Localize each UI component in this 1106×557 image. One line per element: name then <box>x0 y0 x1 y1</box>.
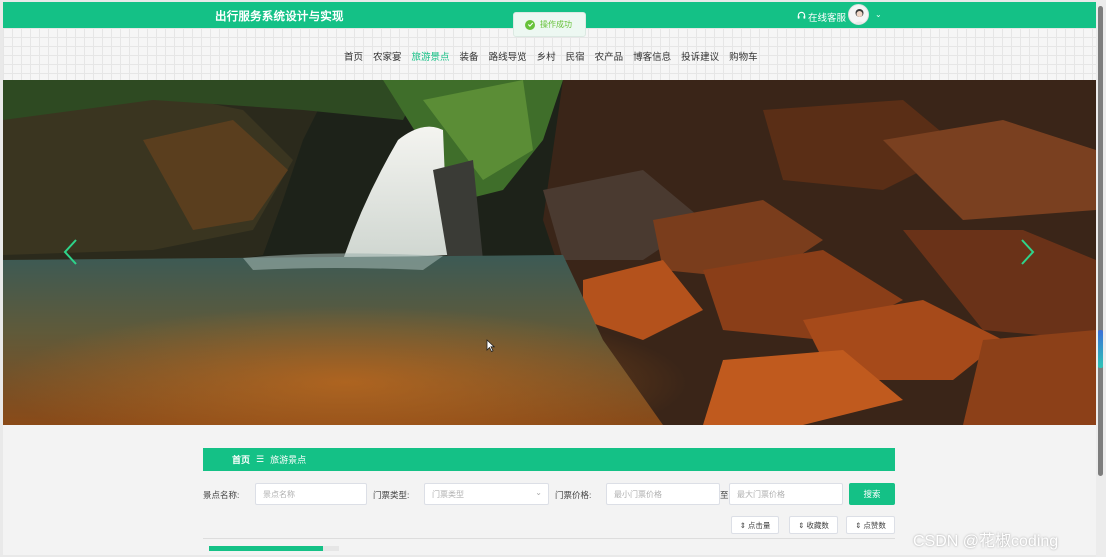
online-service-link[interactable]: 在线客服 <box>797 10 846 24</box>
page-scrollbar[interactable] <box>1096 0 1106 557</box>
breadcrumb-separator-icon: ☰ <box>256 454 265 464</box>
chevron-left-icon <box>63 239 77 265</box>
chevron-down-icon: ⌄ <box>535 488 542 497</box>
progress-fill <box>209 546 324 551</box>
loading-progress-bar <box>209 546 339 551</box>
mouse-cursor-icon <box>486 339 496 357</box>
headset-icon <box>797 11 806 23</box>
ticket-type-label: 门票类型: <box>373 490 410 500</box>
toast-message: 操作成功 <box>540 20 572 29</box>
page: 出行服务系统设计与实现 在线客服 ⌄ 操作成功 首页 农家宴 旅游景点 装备 路… <box>3 2 1096 555</box>
price-label: 门票价格: <box>555 490 592 500</box>
online-service-label: 在线客服 <box>808 13 847 24</box>
sort-icon: ⇕ <box>739 520 746 530</box>
chevron-right-icon <box>1021 239 1035 265</box>
nav-item-village[interactable]: 乡村 <box>532 49 561 63</box>
main-nav: 首页 农家宴 旅游景点 装备 路线导览 乡村 民宿 农产品 博客信息 投诉建议 … <box>339 49 763 63</box>
carousel-next-button[interactable] <box>1017 237 1037 267</box>
breadcrumb: 首页 ☰ 旅游景点 <box>203 448 895 471</box>
nav-item-home[interactable]: 首页 <box>339 49 368 63</box>
watermark: CSDN @花椒coding <box>913 533 1059 550</box>
spot-name-input[interactable]: 景点名称 <box>255 483 367 505</box>
sort-icon: ⇕ <box>855 520 862 530</box>
sort-by-likes-button[interactable]: ⇕ 点赞数 <box>846 516 895 534</box>
min-price-input[interactable]: 最小门票价格 <box>606 483 720 505</box>
search-button[interactable]: 搜索 <box>849 483 895 505</box>
nav-item-farm-feast[interactable]: 农家宴 <box>368 49 407 63</box>
nav-item-farm-products[interactable]: 农产品 <box>590 49 629 63</box>
success-check-icon <box>525 19 535 30</box>
to-label: 至 <box>720 490 729 500</box>
scrollbar-thumb[interactable] <box>1098 6 1103 476</box>
success-toast: 操作成功 <box>513 12 586 37</box>
breadcrumb-current: 旅游景点 <box>270 455 307 465</box>
nav-item-complaints[interactable]: 投诉建议 <box>676 49 724 63</box>
sort-favorites-label: 收藏数 <box>806 520 829 530</box>
nav-item-equipment[interactable]: 装备 <box>455 49 484 63</box>
chevron-down-icon[interactable]: ⌄ <box>875 10 882 19</box>
nav-item-homestay[interactable]: 民宿 <box>561 49 590 63</box>
nav-item-cart[interactable]: 购物车 <box>724 49 763 63</box>
nav-item-scenic-spots[interactable]: 旅游景点 <box>407 49 455 63</box>
sort-by-clicks-button[interactable]: ⇕ 点击量 <box>731 516 779 534</box>
divider <box>203 538 895 539</box>
filter-bar: 景点名称: 景点名称 门票类型: 门票类型 ⌄ 门票价格: 最小门票价格 至 最… <box>203 483 895 505</box>
ticket-type-select[interactable]: 门票类型 ⌄ <box>424 483 549 505</box>
nav-item-route-guide[interactable]: 路线导览 <box>484 49 532 63</box>
sort-icon: ⇕ <box>798 520 805 530</box>
max-price-input[interactable]: 最大门票价格 <box>729 483 843 505</box>
sort-likes-label: 点赞数 <box>863 520 886 530</box>
site-title: 出行服务系统设计与实现 <box>215 11 344 23</box>
user-avatar-icon[interactable] <box>848 4 869 25</box>
name-label: 景点名称: <box>203 490 240 500</box>
nav-item-blog[interactable]: 博客信息 <box>628 49 676 63</box>
breadcrumb-home[interactable]: 首页 <box>232 453 250 466</box>
sort-clicks-label: 点击量 <box>747 520 771 530</box>
carousel-prev-button[interactable] <box>61 237 81 267</box>
ticket-type-placeholder: 门票类型 <box>432 489 464 499</box>
waterfall-banner-image <box>3 80 1096 425</box>
sort-by-favorites-button[interactable]: ⇕ 收藏数 <box>789 516 838 534</box>
banner-carousel[interactable] <box>3 80 1096 425</box>
scrollbar-marker <box>1098 330 1103 368</box>
